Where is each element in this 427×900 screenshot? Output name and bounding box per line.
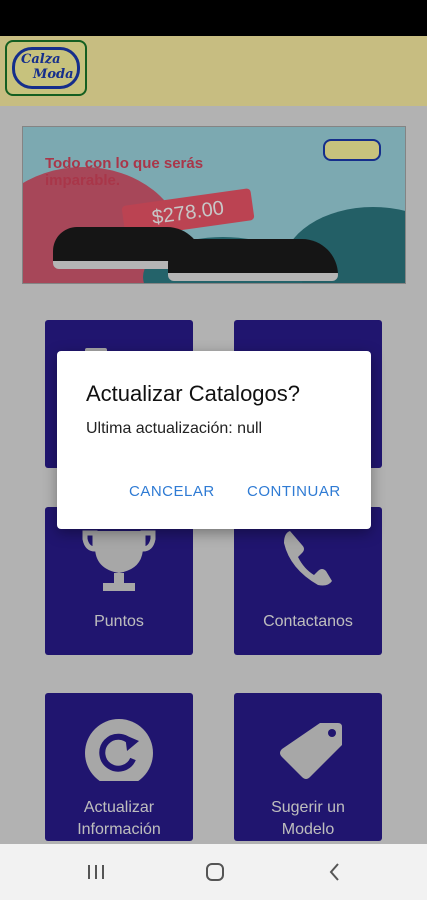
dialog-message: Ultima actualización: null bbox=[86, 420, 263, 437]
system-nav-bar bbox=[0, 844, 427, 900]
app-screen: Calza Moda Todo con lo que serás imparab… bbox=[0, 0, 427, 900]
continue-button[interactable]: CONTINUAR bbox=[247, 483, 341, 500]
cancel-button[interactable]: CANCELAR bbox=[129, 483, 215, 500]
update-catalogs-dialog: Actualizar Catalogos? Ultima actualizaci… bbox=[57, 351, 371, 529]
dialog-title: Actualizar Catalogos? bbox=[86, 381, 301, 406]
home-icon[interactable] bbox=[200, 858, 230, 886]
recents-icon[interactable] bbox=[81, 858, 111, 886]
status-bar bbox=[0, 0, 427, 36]
back-icon[interactable] bbox=[320, 858, 350, 886]
